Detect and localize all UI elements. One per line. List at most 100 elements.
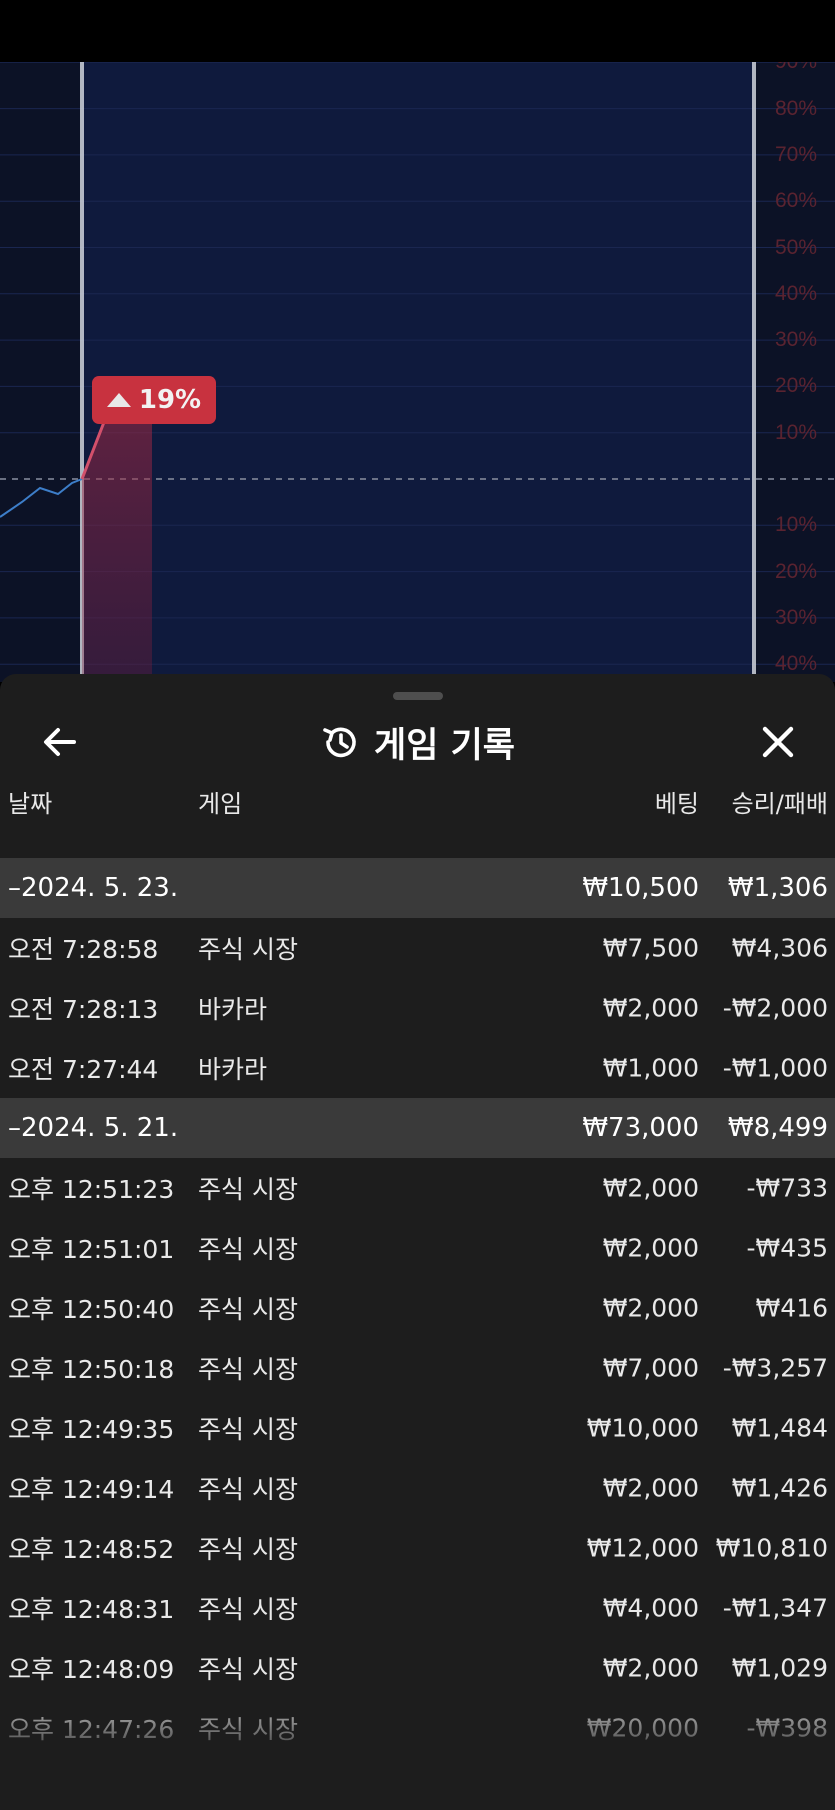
row-result: -₩733 <box>746 1173 828 1203</box>
y-axis-label-up: 50% <box>774 235 817 259</box>
row-game: 주식 시장 <box>198 1475 298 1504</box>
row-result: ₩1,426 <box>731 1473 828 1503</box>
price-line-history <box>0 478 83 518</box>
group-date: –2024. 5. 21. <box>8 1113 179 1143</box>
stock-market-chart: 90%80%70%60%50%40%30%20%10%10%20%30%40% … <box>0 62 835 682</box>
row-game: 주식 시장 <box>198 1355 298 1384</box>
gain-badge: 19% <box>92 376 216 424</box>
sheet-title: 게임 기록 <box>374 725 515 766</box>
row-time: 오전 7:28:13 <box>8 995 159 1024</box>
column-bet: 베팅 <box>654 790 699 818</box>
row-game: 주식 시장 <box>198 1295 298 1324</box>
row-result: ₩416 <box>755 1293 828 1323</box>
y-axis-label-up: 90% <box>775 62 817 74</box>
row-time: 오전 7:28:58 <box>8 935 159 964</box>
row-bet: ₩20,000 <box>586 1713 699 1743</box>
row-bet: ₩2,000 <box>602 1653 699 1683</box>
row-game: 주식 시장 <box>198 1535 298 1564</box>
group-result-total: ₩8,499 <box>727 1113 828 1143</box>
row-result: ₩10,810 <box>715 1533 828 1563</box>
row-game: 바카라 <box>198 1055 268 1084</box>
row-game: 주식 시장 <box>198 1715 298 1744</box>
row-result: ₩1,484 <box>731 1413 828 1443</box>
row-bet: ₩2,000 <box>602 1473 699 1503</box>
row-result: -₩398 <box>746 1713 828 1743</box>
y-axis-label-up: 40% <box>774 281 817 305</box>
chart-graphics <box>0 62 835 682</box>
table-row[interactable]: 오후 12:50:40 주식 시장 ₩2,000 ₩416 <box>0 1278 835 1338</box>
row-game: 주식 시장 <box>198 935 298 964</box>
group-date: –2024. 5. 23. <box>8 873 179 903</box>
row-bet: ₩1,000 <box>602 1053 699 1083</box>
row-bet: ₩7,000 <box>602 1353 699 1383</box>
y-axis-label-down: 30% <box>774 605 817 629</box>
row-time: 오후 12:48:31 <box>8 1595 175 1624</box>
y-axis-label-up: 10% <box>774 420 817 444</box>
date-group-row[interactable]: –2024. 5. 23. ₩10,500 ₩1,306 <box>0 858 835 918</box>
column-game: 게임 <box>198 790 243 818</box>
group-bet-total: ₩10,500 <box>582 873 699 903</box>
group-bet-total: ₩73,000 <box>582 1113 699 1143</box>
table-row[interactable]: 오전 7:28:13 바카라 ₩2,000 -₩2,000 <box>0 978 835 1038</box>
row-time: 오후 12:50:18 <box>8 1355 175 1384</box>
close-icon <box>762 726 794 758</box>
row-time: 오후 12:48:52 <box>8 1535 175 1564</box>
row-bet: ₩2,000 <box>602 993 699 1023</box>
table-row[interactable]: 오후 12:48:31 주식 시장 ₩4,000 -₩1,347 <box>0 1578 835 1638</box>
game-history-sheet: 게임 기록 날짜 게임 베팅 승리/패배 –2024. 5. 23. ₩10,5… <box>0 674 835 1810</box>
table-row[interactable]: 오후 12:51:01 주식 시장 ₩2,000 -₩435 <box>0 1218 835 1278</box>
status-bar <box>0 0 835 62</box>
row-bet: ₩10,000 <box>586 1413 699 1443</box>
row-result: ₩1,029 <box>731 1653 828 1683</box>
y-axis-label-down: 20% <box>774 559 817 583</box>
history-list: –2024. 5. 23. ₩10,500 ₩1,306 오전 7:28:58 … <box>0 858 835 1758</box>
table-row[interactable]: 오후 12:49:14 주식 시장 ₩2,000 ₩1,426 <box>0 1458 835 1518</box>
up-triangle-icon <box>106 393 131 407</box>
row-time: 오후 12:49:14 <box>8 1475 175 1504</box>
close-button[interactable] <box>756 720 800 764</box>
row-bet: ₩4,000 <box>602 1593 699 1623</box>
y-axis-label-up: 30% <box>774 328 817 352</box>
y-axis-label-down: 10% <box>774 513 817 537</box>
table-row[interactable]: 오후 12:50:18 주식 시장 ₩7,000 -₩3,257 <box>0 1338 835 1398</box>
row-game: 주식 시장 <box>198 1655 298 1684</box>
row-result: ₩4,306 <box>731 933 828 963</box>
row-bet: ₩2,000 <box>602 1293 699 1323</box>
y-axis-label-up: 70% <box>774 142 817 166</box>
row-bet: ₩7,500 <box>602 933 699 963</box>
row-result: -₩2,000 <box>722 993 828 1023</box>
row-time: 오후 12:47:26 <box>8 1715 175 1744</box>
row-time: 오후 12:51:23 <box>8 1175 175 1204</box>
row-game: 주식 시장 <box>198 1235 298 1264</box>
row-result: -₩1,000 <box>722 1053 828 1083</box>
table-row[interactable]: 오후 12:51:23 주식 시장 ₩2,000 -₩733 <box>0 1158 835 1218</box>
row-result: -₩435 <box>746 1233 828 1263</box>
row-time: 오후 12:48:09 <box>8 1655 175 1684</box>
row-bet: ₩12,000 <box>586 1533 699 1563</box>
row-time: 오후 12:51:01 <box>8 1235 175 1264</box>
table-row[interactable]: 오전 7:28:58 주식 시장 ₩7,500 ₩4,306 <box>0 918 835 978</box>
sheet-drag-handle[interactable] <box>393 692 443 700</box>
row-game: 바카라 <box>198 995 268 1024</box>
table-row[interactable]: 오후 12:48:52 주식 시장 ₩12,000 ₩10,810 <box>0 1518 835 1578</box>
row-bet: ₩2,000 <box>602 1173 699 1203</box>
y-axis-label-up: 80% <box>774 96 817 120</box>
gain-badge-value: 19% <box>138 385 202 415</box>
y-axis-label-down: 40% <box>774 652 817 676</box>
row-game: 주식 시장 <box>198 1595 298 1624</box>
table-row[interactable]: 오전 7:27:44 바카라 ₩1,000 -₩1,000 <box>0 1038 835 1098</box>
table-row[interactable]: 오후 12:49:35 주식 시장 ₩10,000 ₩1,484 <box>0 1398 835 1458</box>
range-right-border <box>752 62 756 682</box>
column-date: 날짜 <box>8 790 53 818</box>
sheet-header: 게임 기록 <box>0 714 835 770</box>
history-icon <box>323 727 356 758</box>
row-result: -₩3,257 <box>722 1353 828 1383</box>
row-bet: ₩2,000 <box>602 1233 699 1263</box>
table-row[interactable]: 오후 12:47:26 주식 시장 ₩20,000 -₩398 <box>0 1698 835 1758</box>
group-result-total: ₩1,306 <box>727 873 828 903</box>
date-group-row[interactable]: –2024. 5. 21. ₩73,000 ₩8,499 <box>0 1098 835 1158</box>
table-row[interactable]: 오후 12:48:09 주식 시장 ₩2,000 ₩1,029 <box>0 1638 835 1698</box>
y-axis-label-up: 20% <box>774 374 817 398</box>
row-game: 주식 시장 <box>198 1415 298 1444</box>
row-time: 오전 7:27:44 <box>8 1055 159 1084</box>
